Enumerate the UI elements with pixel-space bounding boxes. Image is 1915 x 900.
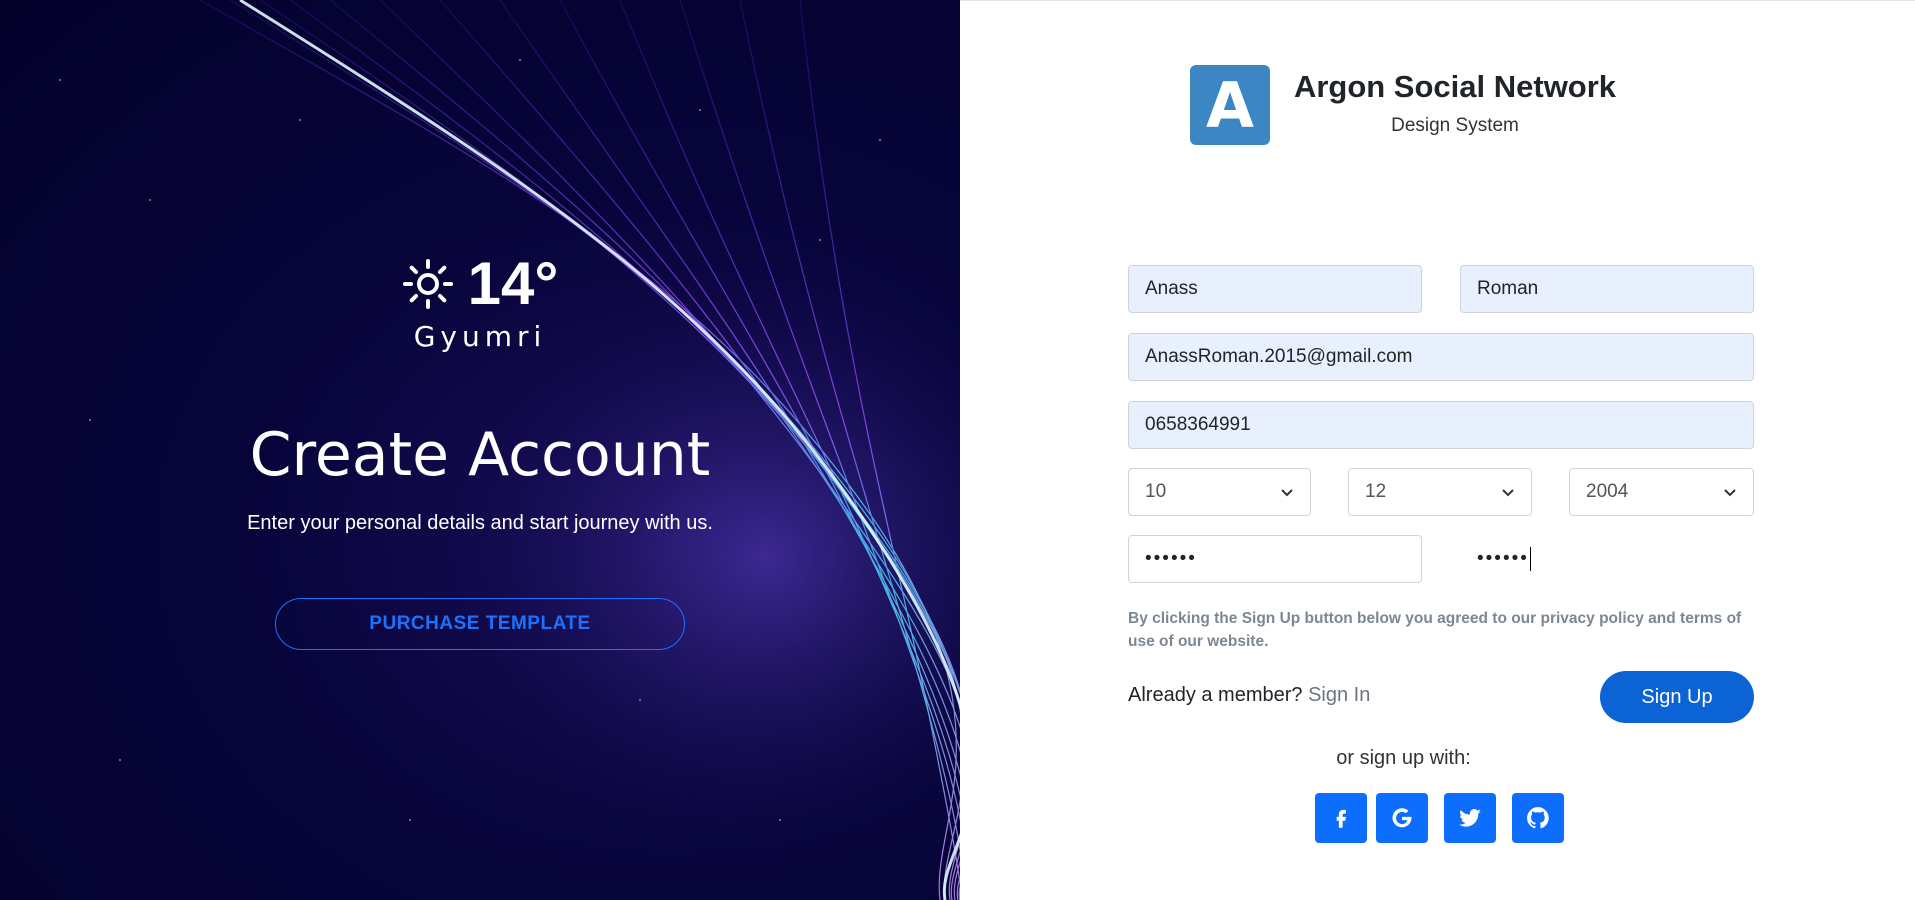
birth-month-value: 12 (1365, 481, 1387, 502)
member-prompt-text: Already a member? (1128, 684, 1303, 706)
birth-day-value: 10 (1145, 481, 1167, 502)
hero-title: Create Account (249, 420, 711, 490)
chevron-down-icon (1724, 489, 1736, 497)
last-name-value: Roman (1477, 278, 1539, 299)
member-prompt: Already a member? Sign In (1128, 684, 1370, 707)
brand-logo: A (1190, 65, 1270, 145)
password-value: •••••• (1145, 548, 1197, 569)
birth-year-select[interactable]: 2004 (1569, 468, 1754, 516)
last-name-field[interactable]: Roman (1460, 265, 1754, 313)
sign-in-link[interactable]: Sign In (1308, 684, 1370, 706)
phone-value: 0658364991 (1145, 414, 1251, 435)
brand-tagline: Design System (1391, 115, 1519, 136)
alt-signup-label: or sign up with: (960, 747, 1915, 770)
google-button[interactable] (1376, 793, 1428, 843)
city-name: Gyumri (413, 320, 547, 353)
sign-up-button[interactable]: Sign Up (1600, 671, 1754, 723)
confirm-password-field[interactable]: •••••• (1460, 535, 1754, 583)
brand-name: Argon Social Network (1293, 69, 1617, 104)
alt-signup-text: or sign up with: (1336, 747, 1471, 769)
phone-field[interactable]: 0658364991 (1128, 401, 1754, 449)
hero-panel: 14° Gyumri Create Account Enter your per… (0, 0, 960, 900)
purchase-template-button[interactable]: PURCHASE TEMPLATE (275, 598, 685, 650)
email-value: AnassRoman.2015@gmail.com (1145, 346, 1413, 367)
weather-widget: 14° Gyumri (400, 254, 560, 354)
twitter-icon (1459, 809, 1481, 827)
password-field[interactable]: •••••• (1128, 535, 1422, 583)
birth-month-select[interactable]: 12 (1348, 468, 1532, 516)
facebook-button[interactable] (1315, 793, 1367, 843)
brand-header: Argon Social Network Design System (1290, 69, 1620, 137)
sun-icon (402, 259, 453, 309)
email-field[interactable]: AnassRoman.2015@gmail.com (1128, 333, 1754, 381)
chevron-down-icon (1502, 489, 1514, 497)
signup-panel: A Argon Social Network Design System Ana… (960, 0, 1915, 900)
terms-notice: By clicking the Sign Up button below you… (1128, 610, 1742, 650)
birth-day-select[interactable]: 10 (1128, 468, 1311, 516)
temperature: 14° (467, 250, 559, 317)
facebook-icon (1336, 809, 1346, 828)
github-icon (1527, 807, 1549, 829)
confirm-password-value: •••••• (1477, 548, 1529, 569)
text-cursor (1529, 547, 1531, 571)
first-name-field[interactable]: Anass (1128, 265, 1422, 313)
birth-year-value: 2004 (1586, 481, 1629, 502)
google-icon (1392, 808, 1412, 828)
twitter-button[interactable] (1444, 793, 1496, 843)
hero-subtitle: Enter your personal details and start jo… (247, 512, 713, 534)
github-button[interactable] (1512, 793, 1564, 843)
first-name-value: Anass (1145, 278, 1198, 299)
chevron-down-icon (1281, 489, 1293, 497)
